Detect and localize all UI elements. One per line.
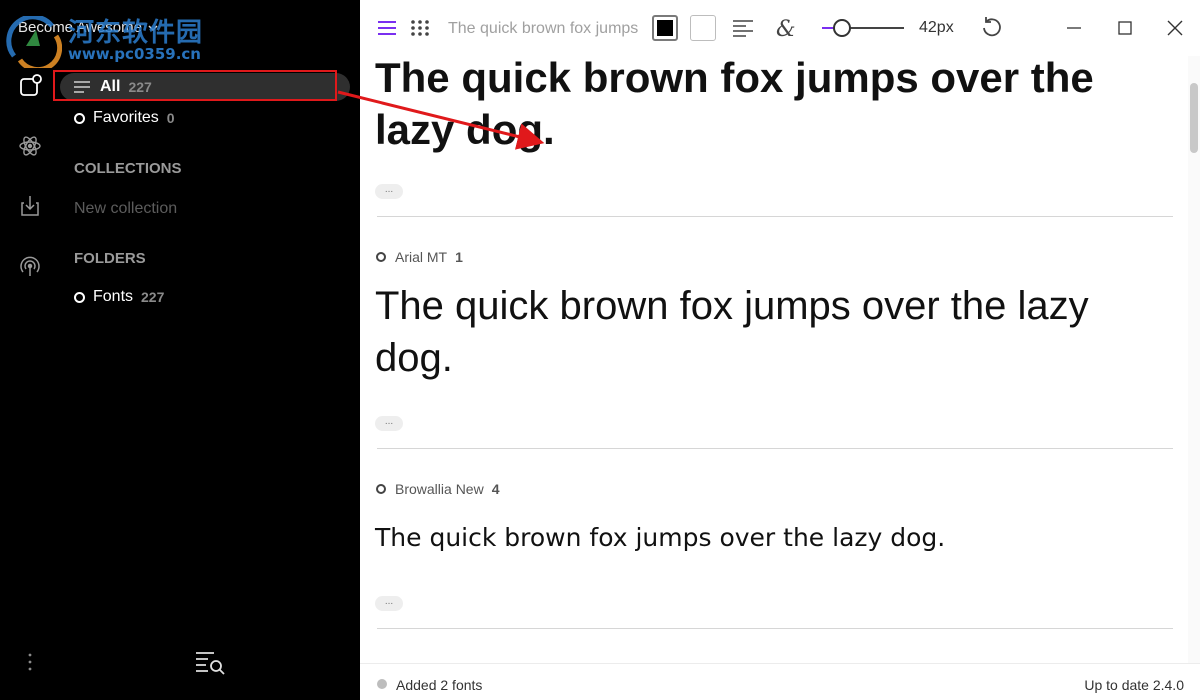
grid-view-icon[interactable] bbox=[410, 16, 430, 40]
minimize-icon[interactable] bbox=[1066, 16, 1082, 40]
version-status: Up to date 2.4.0 bbox=[1084, 677, 1184, 693]
sidebar-item-label: All bbox=[100, 78, 121, 95]
font-sample-text[interactable]: The quick brown fox jumps over the lazy … bbox=[375, 56, 1145, 156]
list-icon bbox=[74, 81, 90, 93]
font-list: The quick brown fox jumps over the lazy … bbox=[360, 56, 1188, 663]
sidebar-item-count: 227 bbox=[128, 79, 152, 95]
status-bar: Added 2 fonts Up to date 2.4.0 bbox=[360, 663, 1200, 700]
new-collection-button[interactable]: New collection bbox=[74, 200, 177, 218]
card-divider bbox=[377, 448, 1173, 449]
background-color-swatch[interactable] bbox=[690, 15, 716, 41]
sidebar-item-label: Fonts bbox=[93, 288, 134, 305]
font-family-label: Browallia New bbox=[395, 481, 484, 497]
font-sample-text[interactable]: The quick brown fox jumps over the lazy … bbox=[375, 520, 1145, 556]
import-icon[interactable] bbox=[18, 194, 42, 218]
circle-icon bbox=[74, 291, 85, 303]
sidebar-item-label: Favorites bbox=[93, 109, 159, 126]
card-divider bbox=[377, 216, 1173, 217]
text-color-swatch[interactable] bbox=[652, 15, 678, 41]
chevron-down-icon bbox=[148, 25, 158, 32]
font-family-name[interactable]: Arial MT 1 bbox=[376, 249, 463, 265]
font-family-label: Arial MT bbox=[395, 249, 448, 265]
font-sample-text[interactable]: The quick brown fox jumps over the lazy … bbox=[375, 280, 1145, 384]
search-list-icon[interactable] bbox=[194, 649, 226, 675]
font-size-slider[interactable] bbox=[822, 18, 904, 38]
slider-handle[interactable] bbox=[833, 19, 852, 37]
watermark-url: www.pc0359.cn bbox=[68, 45, 201, 63]
scrollbar-thumb[interactable] bbox=[1190, 83, 1198, 153]
more-styles-button[interactable]: ... bbox=[375, 596, 403, 611]
more-styles-button[interactable]: ... bbox=[375, 416, 403, 431]
collections-heading: COLLECTIONS bbox=[74, 160, 182, 177]
workspace-title: Become Awesome bbox=[18, 19, 142, 36]
workspace-switcher[interactable]: Become Awesome bbox=[18, 19, 158, 36]
maximize-icon[interactable] bbox=[1117, 16, 1133, 40]
sidebar-item-fonts-folder[interactable]: Fonts 227 bbox=[74, 287, 164, 307]
font-family-name[interactable]: Browallia New 4 bbox=[376, 481, 500, 497]
svg-text:&: & bbox=[776, 17, 796, 40]
font-style-count: 4 bbox=[491, 481, 500, 497]
status-message: Added 2 fonts bbox=[396, 677, 483, 693]
card-divider bbox=[377, 628, 1173, 629]
text-color-fill bbox=[657, 20, 673, 36]
circle-icon bbox=[74, 112, 85, 124]
sidebar: Become Awesome 河东软件园 www.pc0359.cn All 2… bbox=[0, 0, 360, 700]
sidebar-item-count: 227 bbox=[141, 289, 165, 305]
circle-icon bbox=[376, 484, 386, 494]
icon-rail bbox=[0, 0, 60, 700]
folders-heading: FOLDERS bbox=[74, 250, 146, 267]
scrollbar[interactable] bbox=[1188, 56, 1200, 663]
font-size-value: 42px bbox=[919, 19, 954, 36]
font-style-count: 1 bbox=[455, 249, 463, 265]
status-indicator bbox=[377, 679, 387, 689]
more-styles-button[interactable]: ... bbox=[375, 184, 403, 199]
close-icon[interactable] bbox=[1166, 16, 1184, 40]
more-vertical-icon[interactable] bbox=[22, 650, 38, 674]
atom-icon[interactable] bbox=[18, 134, 42, 158]
align-left-icon[interactable] bbox=[732, 16, 754, 40]
toolbar: & 42px bbox=[360, 0, 1200, 56]
sidebar-item-all[interactable]: All 227 bbox=[60, 73, 350, 101]
reset-icon[interactable] bbox=[980, 16, 1004, 40]
preview-text-input[interactable] bbox=[448, 16, 638, 42]
circle-icon bbox=[376, 252, 386, 262]
broadcast-icon[interactable] bbox=[18, 254, 42, 278]
library-icon[interactable] bbox=[18, 74, 42, 98]
sidebar-item-favorites[interactable]: Favorites 0 bbox=[74, 108, 175, 128]
ligature-ampersand-icon[interactable]: & bbox=[774, 16, 798, 40]
sidebar-item-count: 0 bbox=[166, 110, 175, 126]
list-view-icon[interactable] bbox=[377, 16, 397, 40]
